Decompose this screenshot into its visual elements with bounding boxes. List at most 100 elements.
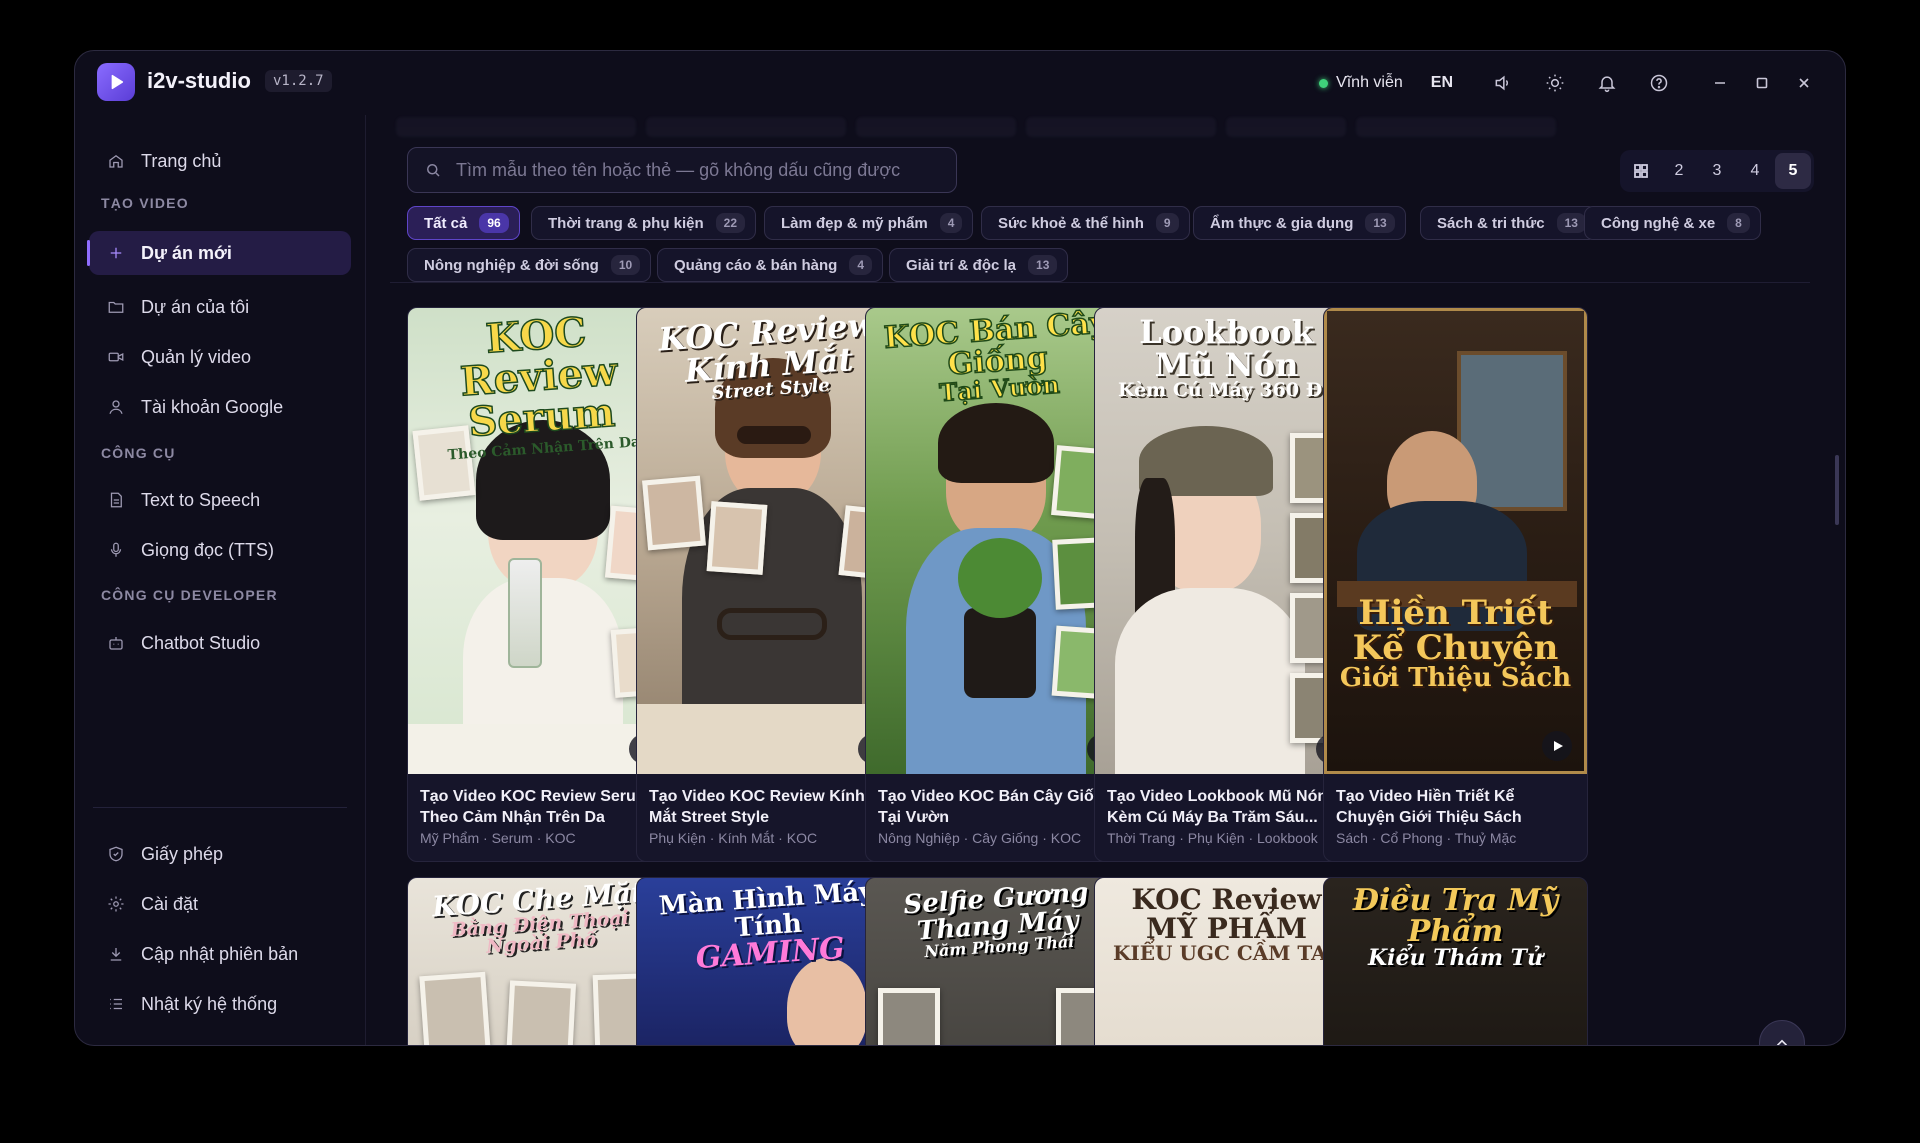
template-thumbnail: KOC Che Mặt Bằng Điện Thoại Ngoài Phố bbox=[408, 878, 671, 1045]
template-card[interactable]: Selfie Gương Thang Máy Năm Phong Thái bbox=[865, 877, 1130, 1045]
sidebar-divider bbox=[93, 807, 347, 808]
template-tags: Phụ Kiện · Kính Mắt · KOC bbox=[649, 830, 818, 846]
category-chip[interactable]: Thời trang & phụ kiện 22 bbox=[531, 206, 757, 240]
photo-frame bbox=[706, 501, 768, 575]
photo-frame bbox=[642, 475, 706, 551]
thumbnail-title: Màn Hình Máy Tính GAMING bbox=[637, 878, 900, 979]
grid-columns-option[interactable]: 4 bbox=[1737, 153, 1773, 189]
sidebar-item-settings[interactable]: Cài đặt bbox=[89, 882, 351, 926]
grid-columns-option[interactable]: 2 bbox=[1661, 153, 1697, 189]
sidebar-item-google-account[interactable]: Tài khoản Google bbox=[89, 385, 351, 429]
grid-column-selector: 2 3 4 5 bbox=[1620, 150, 1814, 192]
sidebar-item-label: Giọng đọc (TTS) bbox=[141, 539, 275, 560]
sidebar-item-new-project[interactable]: Dự án mới bbox=[87, 231, 351, 275]
sidebar-item-home[interactable]: Trang chủ bbox=[89, 139, 351, 183]
template-search[interactable] bbox=[407, 147, 957, 193]
category-chip[interactable]: Công nghệ & xe 8 bbox=[1584, 206, 1761, 240]
template-card[interactable]: KOC Che Mặt Bằng Điện Thoại Ngoài Phố bbox=[407, 877, 672, 1045]
thumbnail-title: Selfie Gương Thang Máy Năm Phong Thái bbox=[866, 878, 1129, 964]
model-hair bbox=[938, 403, 1054, 483]
category-label: Sách & tri thức bbox=[1437, 214, 1545, 232]
category-label: Làm đẹp & mỹ phẩm bbox=[781, 214, 928, 232]
template-card[interactable]: KOC Bán Cây Giống Tại Vườn Tạo Video KOC… bbox=[865, 307, 1130, 862]
category-count: 10 bbox=[610, 255, 641, 275]
sidebar: Trang chủ TẠO VIDEO Dự án mới Dự án của … bbox=[75, 115, 365, 1045]
category-chip[interactable]: Quảng cáo & bán hàng 4 bbox=[657, 248, 884, 282]
template-card[interactable]: Điều Tra Mỹ Phẩm Kiểu Thám Tử bbox=[1323, 877, 1588, 1045]
seedling-pot-icon bbox=[964, 608, 1036, 698]
search-input[interactable] bbox=[456, 159, 936, 181]
thumbnail-headline: Lookbook Mũ Nón bbox=[1139, 313, 1314, 384]
seedling-leaves bbox=[958, 538, 1042, 618]
template-title: Tạo Video KOC Review Serum Theo Cảm Nhận… bbox=[420, 788, 650, 826]
category-chip[interactable]: Nông nghiệp & đời sống 10 bbox=[407, 248, 652, 282]
thumbnail-title: Lookbook Mũ Nón Kèm Cú Máy 360 Độ bbox=[1095, 316, 1358, 401]
scroll-to-top-button[interactable] bbox=[1759, 1020, 1805, 1045]
sidebar-item-label: Giấy phép bbox=[141, 843, 224, 864]
thumbnail-headline: Điều Tra Mỹ Phẩm bbox=[1352, 883, 1559, 949]
category-label: Tất cả bbox=[424, 214, 468, 232]
sidebar-item-label: Cài đặt bbox=[141, 893, 199, 914]
category-count: 22 bbox=[715, 213, 746, 233]
category-chip[interactable]: Làm đẹp & mỹ phẩm 4 bbox=[764, 206, 974, 240]
sidebar-item-license[interactable]: Giấy phép bbox=[89, 832, 351, 876]
sidebar-item-label: Quản lý video bbox=[141, 346, 252, 367]
category-label: Quảng cáo & bán hàng bbox=[674, 256, 838, 274]
gear-icon bbox=[108, 896, 124, 912]
sidebar-item-my-projects[interactable]: Dự án của tôi bbox=[89, 285, 351, 329]
template-title: Tạo Video Lookbook Mũ Nón Kèm Cú Máy Ba … bbox=[1107, 788, 1328, 826]
photo-frame bbox=[878, 988, 940, 1045]
template-card[interactable]: Màn Hình Máy Tính GAMING bbox=[636, 877, 901, 1045]
play-icon[interactable] bbox=[1542, 731, 1572, 761]
download-icon bbox=[110, 948, 122, 961]
photo-frame bbox=[419, 971, 491, 1045]
list-icon bbox=[110, 998, 122, 1010]
folder-icon bbox=[108, 301, 124, 313]
template-card[interactable]: KOC Review MỸ PHẨM KIỂU UGC CẦM TAY bbox=[1094, 877, 1359, 1045]
category-count: 9 bbox=[1155, 213, 1179, 233]
template-card[interactable]: Lookbook Mũ Nón Kèm Cú Máy 360 Độ Tạo Vi… bbox=[1094, 307, 1359, 862]
thumbnail-title: KOC Review Kính Mắt Street Style bbox=[637, 308, 900, 409]
app-window: i2v-studio v1.2.7 Vĩnh viễn EN Trang chủ… bbox=[74, 50, 1846, 1046]
grid-auto-button[interactable] bbox=[1623, 153, 1659, 189]
template-gallery: 2 3 4 5 Tất cả 96 Thời trang & phụ kiện … bbox=[366, 115, 1845, 1045]
thumbnail-title: KOC Che Mặt Bằng Điện Thoại Ngoài Phố bbox=[408, 878, 671, 962]
grid-columns-option-active[interactable]: 5 bbox=[1775, 153, 1811, 189]
category-chip[interactable]: Giải trí & độc lạ 13 bbox=[889, 248, 1069, 282]
sidebar-item-label: Nhật ký hệ thống bbox=[141, 993, 278, 1014]
maximize-icon[interactable] bbox=[1741, 65, 1783, 101]
language-toggle[interactable]: EN bbox=[1431, 74, 1453, 92]
category-count: 13 bbox=[1556, 213, 1586, 233]
category-chip[interactable]: Sách & tri thức 13 bbox=[1420, 206, 1597, 240]
volume-icon[interactable] bbox=[1477, 65, 1529, 101]
template-title: Tạo Video Hiền Triết Kể Chuyện Giới Thiệ… bbox=[1336, 788, 1522, 826]
titlebar: i2v-studio v1.2.7 Vĩnh viễn EN bbox=[75, 51, 1845, 115]
sidebar-item-system-log[interactable]: Nhật ký hệ thống bbox=[89, 982, 351, 1026]
template-card[interactable]: Hiền Triết Kể Chuyện Giới Thiệu Sách Tạo… bbox=[1323, 307, 1588, 862]
close-icon[interactable] bbox=[1783, 65, 1825, 101]
template-card[interactable]: KOC Review Serum Theo Cảm Nhận Trên Da T… bbox=[407, 307, 672, 862]
serum-bottle-icon bbox=[508, 558, 542, 668]
minimize-icon[interactable] bbox=[1699, 65, 1741, 101]
license-status[interactable]: Vĩnh viễn bbox=[1319, 74, 1403, 92]
category-chip[interactable]: Sức khoẻ & thể hình 9 bbox=[981, 206, 1190, 240]
grid-columns-option[interactable]: 3 bbox=[1699, 153, 1735, 189]
theme-icon[interactable] bbox=[1529, 65, 1581, 101]
sidebar-item-video-manager[interactable]: Quản lý video bbox=[89, 335, 351, 379]
template-thumbnail: Điều Tra Mỹ Phẩm Kiểu Thám Tử bbox=[1324, 878, 1587, 1045]
sidebar-item-tts[interactable]: Text to Speech bbox=[89, 478, 351, 522]
sidebar-item-chatbot[interactable]: Chatbot Studio bbox=[89, 621, 351, 665]
bell-icon[interactable] bbox=[1581, 65, 1633, 101]
category-label: Nông nghiệp & đời sống bbox=[424, 256, 599, 274]
help-icon[interactable] bbox=[1633, 65, 1685, 101]
sidebar-item-label: Dự án mới bbox=[141, 242, 232, 263]
category-chip[interactable]: Tất cả 96 bbox=[407, 206, 520, 240]
sidebar-item-voice[interactable]: Giọng đọc (TTS) bbox=[89, 528, 351, 572]
sidebar-item-update[interactable]: Cập nhật phiên bản bbox=[89, 932, 351, 976]
section-label-tools: CÔNG CỤ bbox=[101, 445, 176, 461]
thumbnail-title: KOC Review MỸ PHẨM KIỂU UGC CẦM TAY bbox=[1095, 885, 1358, 963]
scrollbar[interactable] bbox=[1835, 455, 1839, 525]
category-chip[interactable]: Ẩm thực & gia dụng 13 bbox=[1193, 206, 1406, 240]
template-card[interactable]: KOC Review Kính Mắt Street Style Tạo Vid… bbox=[636, 307, 901, 862]
chevron-up-icon bbox=[1776, 1039, 1788, 1045]
